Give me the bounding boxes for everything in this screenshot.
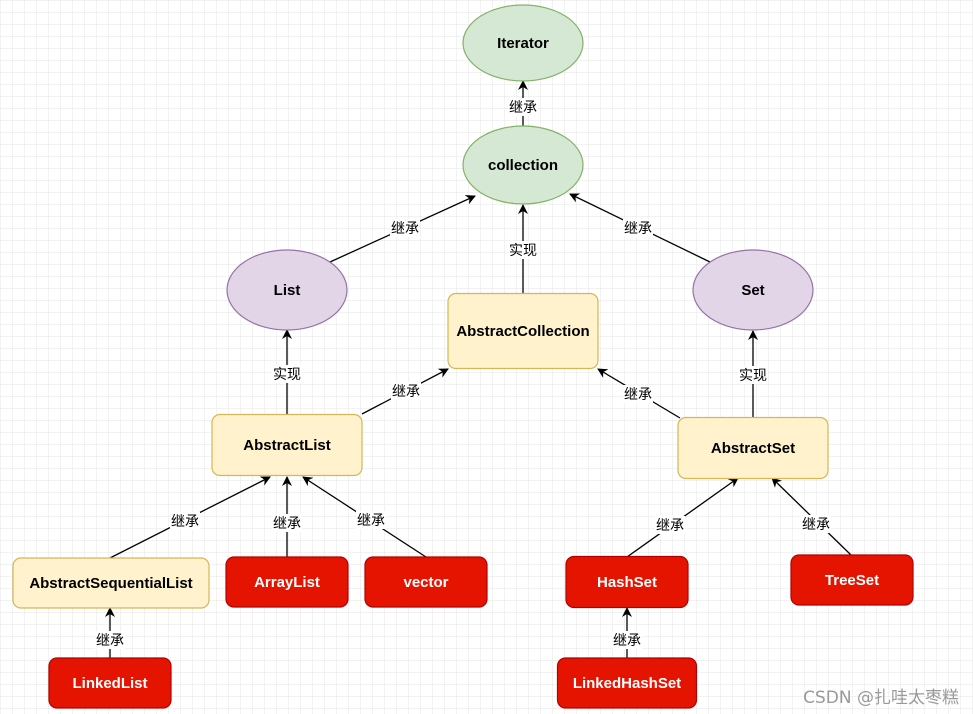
node-linked-hash-set[interactable]: LinkedHashSet bbox=[556, 657, 698, 709]
node-label: AbstractSequentialList bbox=[29, 575, 192, 592]
edge-label: 继承 bbox=[391, 221, 419, 237]
node-hash-set[interactable]: HashSet bbox=[565, 555, 689, 609]
node-label: LinkedList bbox=[72, 675, 147, 692]
node-label: TreeSet bbox=[825, 572, 879, 589]
node-label: Set bbox=[741, 282, 764, 299]
node-label: AbstractList bbox=[243, 437, 331, 454]
node-abstract-collection[interactable]: AbstractCollection bbox=[447, 292, 599, 370]
node-label: vector bbox=[403, 574, 448, 591]
node-iterator[interactable]: Iterator bbox=[462, 4, 584, 82]
edge-label: 继承 bbox=[392, 384, 420, 400]
edge-label: 继承 bbox=[171, 514, 199, 530]
edge-label: 继承 bbox=[273, 516, 301, 532]
edge-label: 继承 bbox=[613, 633, 641, 649]
node-list[interactable]: List bbox=[226, 249, 348, 331]
node-label: AbstractSet bbox=[711, 440, 795, 457]
edge-label: 实现 bbox=[509, 243, 537, 259]
node-array-list[interactable]: ArrayList bbox=[225, 556, 349, 608]
node-label: HashSet bbox=[597, 574, 657, 591]
node-linked-list[interactable]: LinkedList bbox=[48, 657, 172, 709]
edge-label: 继承 bbox=[357, 513, 385, 529]
node-label: collection bbox=[488, 157, 558, 174]
node-abstract-set[interactable]: AbstractSet bbox=[677, 416, 829, 480]
edge-label: 继承 bbox=[624, 221, 652, 237]
edge-label: 实现 bbox=[739, 368, 767, 384]
edge-label: 继承 bbox=[802, 517, 830, 533]
node-set[interactable]: Set bbox=[692, 249, 814, 331]
watermark: CSDN @扎哇太枣糕 bbox=[803, 688, 959, 708]
class-hierarchy-diagram: 继承继承实现继承实现继承实现继承继承 继承 继承 继承 继承继承 继承 Iteratorc… bbox=[0, 0, 973, 714]
edge-label: 继承 bbox=[624, 387, 652, 403]
node-abstract-list[interactable]: AbstractList bbox=[211, 413, 363, 477]
node-label: LinkedHashSet bbox=[573, 675, 681, 692]
node-label: AbstractCollection bbox=[456, 323, 589, 340]
edge-label: 实现 bbox=[273, 367, 301, 383]
edge-label: 继承 bbox=[509, 100, 537, 116]
node-label: List bbox=[274, 282, 301, 299]
node-label: Iterator bbox=[497, 35, 549, 52]
node-abstract-sequential-list[interactable]: AbstractSequentialList bbox=[12, 557, 210, 609]
node-collection[interactable]: collection bbox=[462, 125, 584, 205]
node-tree-set[interactable]: TreeSet bbox=[790, 554, 914, 606]
edge-label: 继承 bbox=[96, 633, 124, 649]
edge-label: 继承 bbox=[656, 518, 684, 534]
node-label: ArrayList bbox=[254, 574, 320, 591]
node-vector[interactable]: vector bbox=[364, 556, 488, 608]
